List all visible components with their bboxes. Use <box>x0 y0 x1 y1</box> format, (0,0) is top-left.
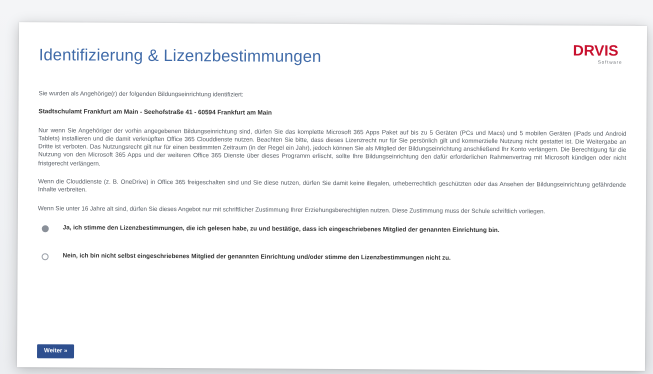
decline-radio[interactable] <box>41 253 49 261</box>
identified-text: Sie wurden als Angehörige(r) der folgend… <box>38 90 244 99</box>
logo-subtext: Software <box>598 60 623 65</box>
drvis-logo-graphic: DRVIS Software <box>573 42 623 65</box>
logo-wordmark: DRVIS <box>573 42 619 59</box>
next-button[interactable]: Weiter » <box>37 344 75 359</box>
license-paragraph-3: Wenn Sie unter 16 Jahre alt sind, dürfen… <box>37 204 546 215</box>
accept-option[interactable]: Ja, ich stimme den Lizenzbestimmungen, d… <box>41 224 626 236</box>
accept-radio[interactable] <box>41 224 49 232</box>
decline-label[interactable]: Nein, ich bin nicht selbst eingeschriebe… <box>63 253 451 264</box>
drvis-logo: DRVIS Software <box>571 37 629 67</box>
license-paragraph-2: Wenn die Clouddienste (z. B. OneDrive) i… <box>38 178 627 194</box>
page-title: Identifizierung & Lizenzbestimmungen <box>38 46 322 66</box>
decline-option[interactable]: Nein, ich bin nicht selbst eingeschriebe… <box>41 252 626 264</box>
content-area: Sie wurden als Angehörige(r) der folgend… <box>38 90 627 264</box>
license-paragraph-1: Nur wenn Sie Angehöriger der vorhin ange… <box>38 126 627 168</box>
institution-name: Stadtschulamt Frankfurt am Main - Seehof… <box>38 108 272 117</box>
accept-label[interactable]: Ja, ich stimme den Lizenzbestimmungen, d… <box>63 224 500 235</box>
license-card: Identifizierung & Lizenzbestimmungen DRV… <box>16 22 648 371</box>
